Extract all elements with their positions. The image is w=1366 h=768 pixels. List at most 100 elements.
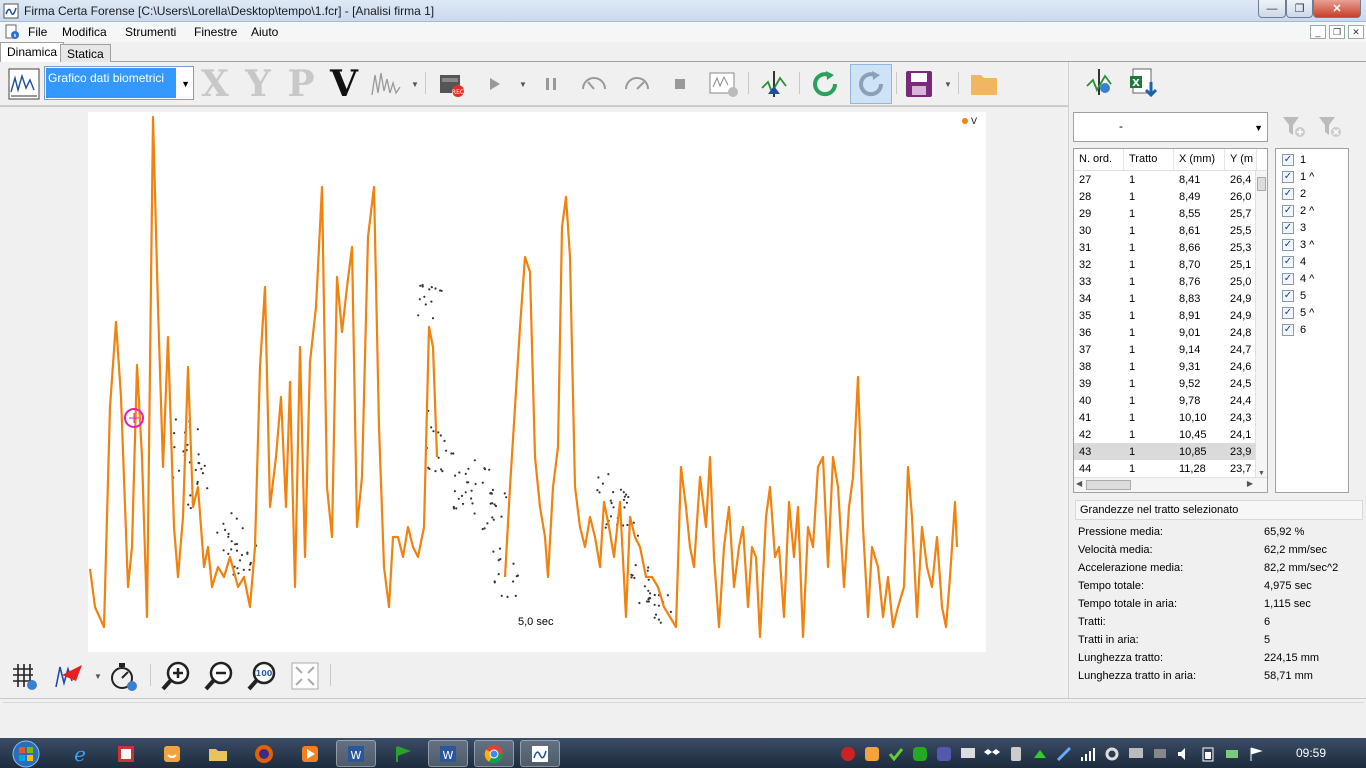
checkbox[interactable]: ✓ [1282,204,1294,217]
taskbar-media-icon[interactable] [290,740,330,767]
record-video-icon[interactable]: REC [433,66,469,102]
zoom-100-icon[interactable]: 100 [244,658,280,694]
stroke-selector[interactable]: - ▼ [1073,112,1268,142]
tray-app-icon[interactable] [864,746,880,762]
scrollbar-thumb[interactable] [1086,480,1131,490]
mdi-minimize-button[interactable]: _ [1310,25,1326,39]
table-row[interactable]: 31 1 8,66 25,3 [1074,239,1257,256]
tray-alarm-icon[interactable] [840,746,856,762]
taskbar-flag-icon[interactable] [382,740,422,767]
cursor-marker-icon[interactable] [756,66,792,102]
table-row[interactable]: 42 1 10,45 24,1 [1074,426,1257,443]
vertical-scrollbar[interactable]: ▼ [1255,171,1267,478]
tray-display-icon[interactable] [1128,746,1144,762]
refresh-icon[interactable] [807,66,843,102]
table-row[interactable]: 28 1 8,49 26,0 [1074,188,1257,205]
biometric-chart-area[interactable]: V 5,0 sec [0,106,1068,654]
scrollbar-thumb[interactable] [1257,177,1266,191]
horizontal-scrollbar[interactable]: ◀ ▶ [1074,477,1267,492]
table-row[interactable]: 40 1 9,78 24,4 [1074,392,1257,409]
taskbar-ie-icon[interactable]: e [60,740,100,767]
table-row[interactable]: 43 1 10,85 23,9 [1074,443,1257,460]
frame-settings-icon[interactable] [705,66,741,102]
waveform-dropdown-icon[interactable]: ▼ [411,80,419,89]
checkbox[interactable]: ✓ [1282,272,1294,285]
mdi-close-button[interactable]: ✕ [1348,25,1364,39]
checkbox[interactable]: ✓ [1282,238,1294,251]
start-button[interactable] [6,740,46,768]
slow-speed-icon[interactable] [576,66,612,102]
stroke-checkbox-item[interactable]: ✓ 1 ^ [1276,168,1348,185]
scroll-down-icon[interactable]: ▼ [1258,470,1265,477]
zoom-in-icon[interactable] [158,658,194,694]
fit-to-window-icon[interactable] [287,658,323,694]
save-icon[interactable] [901,66,937,102]
fast-speed-icon[interactable] [619,66,655,102]
chart-selector[interactable]: Grafico dati biometrici ▼ [44,66,194,100]
close-button[interactable]: ✕ [1313,0,1361,18]
tray-monitor-icon[interactable] [960,746,976,762]
tray-battery-icon[interactable] [1200,746,1216,762]
stroke-checkbox-item[interactable]: ✓ 2 ^ [1276,202,1348,219]
table-row[interactable]: 36 1 9,01 24,8 [1074,324,1257,341]
play-dropdown-icon[interactable]: ▼ [519,80,527,89]
filter-remove-icon[interactable] [1317,114,1345,142]
velocity-chart[interactable]: V 5,0 sec [0,107,1068,655]
maximize-button[interactable]: ❐ [1286,0,1313,18]
column-header-n-ord[interactable]: N. ord. [1074,149,1124,170]
taskbar-word2-icon[interactable]: W [428,740,468,767]
scroll-right-icon[interactable]: ▶ [1247,479,1253,488]
table-row[interactable]: 29 1 8,55 25,7 [1074,205,1257,222]
stroke-checkbox-item[interactable]: ✓ 4 ^ [1276,270,1348,287]
menu-modifica[interactable]: Modifica [62,25,107,39]
tray-usb-icon[interactable] [1224,746,1240,762]
column-header-y[interactable]: Y (m [1225,149,1257,170]
table-row[interactable]: 32 1 8,70 25,1 [1074,256,1257,273]
menu-finestre[interactable]: Finestre [194,25,237,39]
taskbar-app-red-icon[interactable] [106,740,146,767]
checkbox[interactable]: ✓ [1282,170,1294,183]
tab-dinamica[interactable]: Dinamica [0,42,65,63]
velocity-button[interactable]: V [326,66,362,102]
tray-gear-icon[interactable] [1104,746,1120,762]
taskbar-firefox-icon[interactable] [244,740,284,767]
stroke-checkbox-item[interactable]: ✓ 6 [1276,321,1348,338]
chart-type-icon[interactable] [6,66,42,102]
stroke-checkbox-item[interactable]: ✓ 4 [1276,253,1348,270]
stroke-checkbox-item[interactable]: ✓ 3 ^ [1276,236,1348,253]
tray-pen-icon[interactable] [1056,746,1072,762]
pen-color-icon[interactable] [50,658,86,694]
stroke-checkbox-item[interactable]: ✓ 5 ^ [1276,304,1348,321]
cursor-chart-icon[interactable] [1083,66,1119,102]
measure-tool-icon[interactable] [106,658,142,694]
table-row[interactable]: 27 1 8,41 26,4 [1074,171,1257,188]
checkbox[interactable]: ✓ [1282,187,1294,200]
checkbox[interactable]: ✓ [1282,289,1294,302]
tray-check-icon[interactable] [888,746,904,762]
tab-statica[interactable]: Statica [60,44,111,62]
taskbar-explorer-icon[interactable] [198,740,238,767]
checkbox[interactable]: ✓ [1282,255,1294,268]
grid-icon[interactable] [6,658,42,694]
table-row[interactable]: 34 1 8,83 24,9 [1074,290,1257,307]
play-icon[interactable] [476,66,512,102]
tray-dropbox-icon[interactable] [984,746,1000,762]
checkbox[interactable]: ✓ [1282,153,1294,166]
pressure-button[interactable]: P [283,66,319,102]
checkbox[interactable]: ✓ [1282,323,1294,336]
folder-icon[interactable] [966,66,1002,102]
stop-icon[interactable] [662,66,698,102]
table-row[interactable]: 33 1 8,76 25,0 [1074,273,1257,290]
points-table[interactable]: N. ord. Tratto X (mm) Y (m 27 1 8,41 26,4 28… [1073,148,1268,493]
document-info-icon[interactable] [4,24,20,40]
pause-icon[interactable] [533,66,569,102]
save-dropdown-icon[interactable]: ▼ [944,80,952,89]
x-axis-button[interactable]: X [197,66,233,102]
filter-add-icon[interactable] [1281,114,1309,142]
stroke-checkbox-item[interactable]: ✓ 5 [1276,287,1348,304]
table-row[interactable]: 39 1 9,52 24,5 [1074,375,1257,392]
tray-teams-icon[interactable] [936,746,952,762]
tray-volume-icon[interactable] [1176,746,1192,762]
pen-dropdown-icon[interactable]: ▼ [94,672,102,681]
column-header-x[interactable]: X (mm) [1174,149,1225,170]
